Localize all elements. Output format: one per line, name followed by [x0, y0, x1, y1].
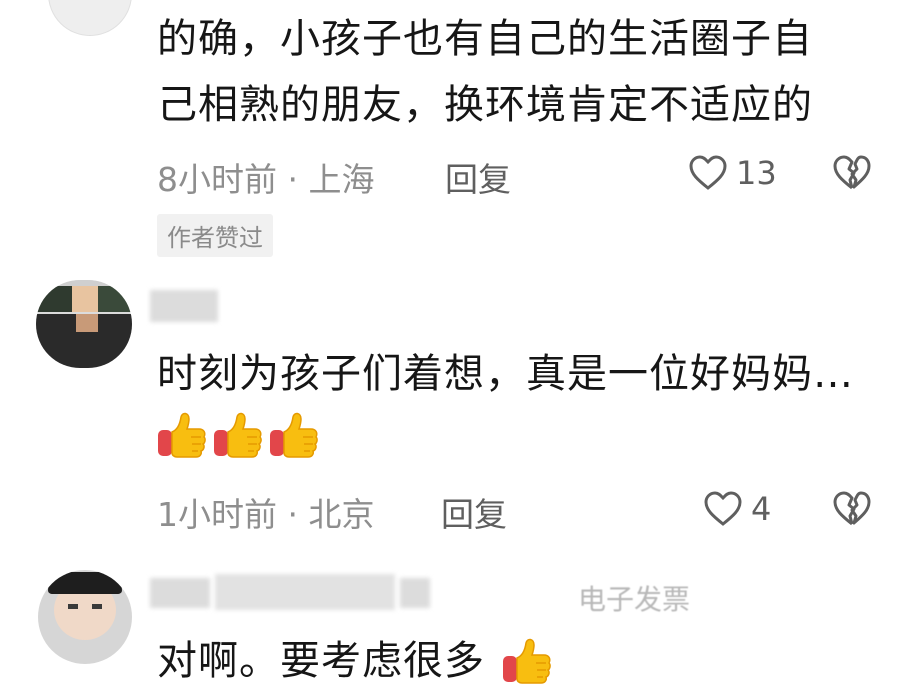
- thumbs-up-emoji-icon: [500, 636, 552, 688]
- username-redacted: [215, 574, 395, 610]
- author-liked-badge: 作者赞过: [157, 214, 273, 257]
- heart-icon: [703, 490, 743, 530]
- heart-icon: [688, 154, 728, 194]
- avatar[interactable]: [48, 0, 132, 36]
- comment-text: 时刻为孩子们着想，真是一位好妈妈…: [157, 351, 854, 397]
- username-redacted: [150, 290, 218, 322]
- username-redacted: [400, 578, 430, 608]
- emoji-row: [155, 410, 319, 466]
- like-count: 4: [751, 490, 772, 528]
- broken-heart-icon: [832, 490, 872, 530]
- comment-meta: 8小时前 · 上海: [157, 160, 375, 199]
- reply-button[interactable]: 回复: [441, 488, 507, 536]
- comment-text-line: 的确，小孩子也有自己的生活圈子自: [157, 16, 813, 62]
- like-count: 13: [736, 154, 777, 192]
- like-button[interactable]: 4: [703, 488, 783, 532]
- like-button[interactable]: 13: [688, 152, 778, 196]
- thumbs-up-emoji-icon: [155, 410, 207, 462]
- username-partial-text: 电子发票: [578, 583, 691, 616]
- reply-button[interactable]: 回复: [445, 153, 511, 201]
- dislike-button[interactable]: [832, 490, 874, 532]
- username-redacted: [150, 578, 210, 608]
- broken-heart-icon: [832, 154, 872, 194]
- comment-text: 对啊。要考虑很多: [157, 638, 485, 684]
- avatar[interactable]: [38, 570, 132, 664]
- thumbs-up-emoji-icon: [211, 410, 263, 462]
- thumbs-up-emoji-icon: [267, 410, 319, 462]
- comment-text-line: 己相熟的朋友，换环境肯定不适应的: [157, 82, 813, 128]
- avatar[interactable]: [36, 280, 132, 368]
- comment-meta: 1小时前 · 北京: [157, 495, 375, 534]
- dislike-button[interactable]: [832, 154, 874, 196]
